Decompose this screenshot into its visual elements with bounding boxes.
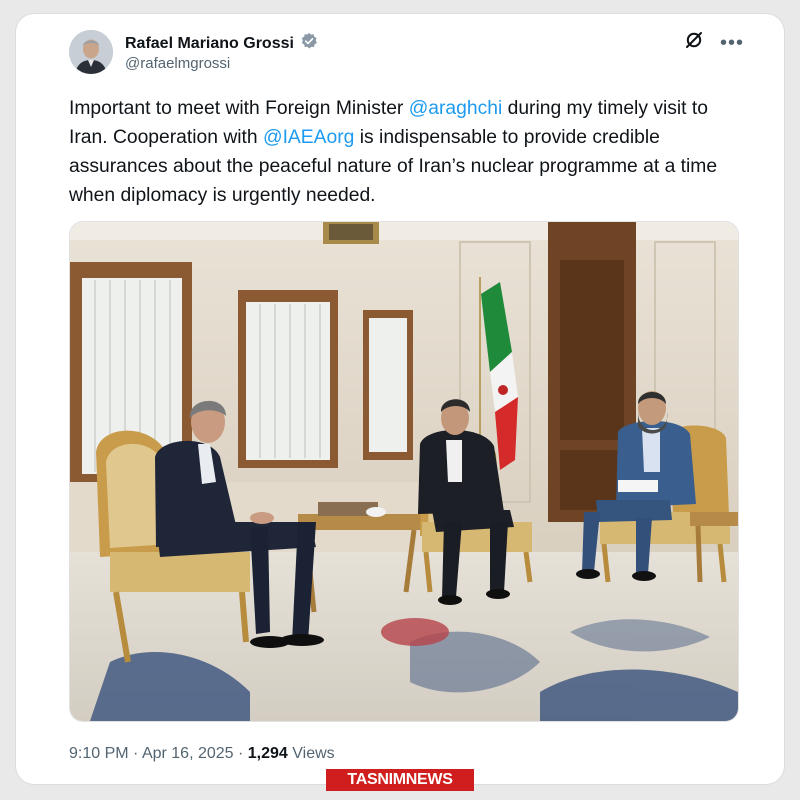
mention-iaeaorg-link[interactable]: @IAEAorg (263, 127, 354, 148)
tweet-date[interactable]: Apr 16, 2025 (142, 745, 234, 762)
views-label: Views (287, 745, 335, 762)
author-display-name[interactable]: Rafael Mariano Grossi (125, 35, 294, 53)
watermark-logo: TASNIMNEWS (326, 769, 474, 791)
avatar[interactable] (69, 30, 113, 74)
meta-separator-2: · (233, 745, 248, 762)
meta-separator-1: · (128, 745, 142, 762)
tweet-meta: 9:10 PM · Apr 16, 2025 · 1,294 Views (69, 745, 335, 763)
views-count: 1,294 (247, 745, 288, 762)
verified-badge-icon (300, 32, 318, 55)
tweet-text: Important to meet with Foreign Minister … (69, 94, 741, 210)
mention-araghchi-link[interactable]: @araghchi (409, 98, 503, 119)
more-icon[interactable]: ••• (720, 33, 744, 53)
tweet-time[interactable]: 9:10 PM (69, 745, 129, 762)
grok-icon[interactable] (684, 30, 704, 55)
tweet-text-part-1: Important to meet with Foreign Minister (69, 98, 409, 119)
author-row: Rafael Mariano Grossi (125, 32, 318, 55)
author-handle[interactable]: @rafaelmgrossi (125, 55, 230, 72)
tweet-header-actions: ••• (684, 30, 744, 55)
tweet-photo[interactable] (69, 221, 739, 722)
